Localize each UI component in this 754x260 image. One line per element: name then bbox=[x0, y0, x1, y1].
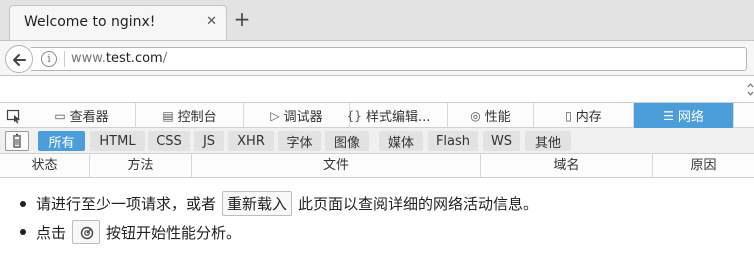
filter-ws[interactable]: WS bbox=[483, 131, 520, 151]
url-text[interactable]: www.test.com/ bbox=[71, 51, 167, 66]
filter-css[interactable]: CSS bbox=[148, 131, 190, 151]
tab-strip: Welcome to nginx! ✕ + bbox=[0, 0, 754, 41]
tab-label: 性能 bbox=[484, 110, 511, 125]
trash-icon bbox=[13, 133, 21, 148]
notice-text: 点击 bbox=[36, 223, 67, 242]
start-performance-button[interactable] bbox=[72, 220, 101, 244]
devtools-toolbar: ▭ 查看器 ▤ 控制台 ▷ 调试器{} 样式编辑... ◎ 性能 ▯ 内存 ☰ 网络 bbox=[0, 102, 754, 128]
url-bar[interactable]: i www.test.com/ bbox=[31, 47, 747, 71]
column-method[interactable]: 方法 bbox=[90, 154, 192, 177]
tab-label: 网络 bbox=[677, 110, 704, 125]
notice-text: 请进行至少一项请求，或者 bbox=[36, 195, 217, 213]
inspector-icon: ▭ bbox=[54, 108, 66, 123]
filter-all[interactable]: 所有 bbox=[38, 131, 85, 151]
filter-media[interactable]: 媒体 bbox=[379, 131, 423, 151]
filter-bar: 所有 HTML CSS JS XHR 字体 图像 媒体 Flash WS 其他 bbox=[0, 128, 754, 154]
back-arrow-icon bbox=[13, 54, 26, 66]
memory-icon: ▯ bbox=[565, 108, 572, 123]
empty-notice: 请进行至少一项请求，或者 重新载入 此页面以查阅详细的网络活动信息。 点击 按钮… bbox=[0, 178, 754, 260]
debugger-icon: ▷ bbox=[270, 108, 280, 123]
new-tab-button[interactable]: + bbox=[230, 7, 254, 31]
browser-tab[interactable]: Welcome to nginx! ✕ bbox=[9, 5, 227, 41]
notice-text: 此页面以查阅详细的网络活动信息。 bbox=[298, 195, 539, 213]
tab-inspector[interactable]: ▭ 查看器 bbox=[28, 103, 136, 128]
filter-js[interactable]: JS bbox=[194, 131, 224, 151]
clear-button[interactable] bbox=[5, 131, 29, 151]
navigation-bar: i www.test.com/ bbox=[0, 40, 754, 76]
filter-xhr[interactable]: XHR bbox=[228, 131, 274, 151]
url-suffix: / bbox=[162, 51, 168, 66]
tab-network[interactable]: ☰ 网络 bbox=[634, 103, 734, 128]
stopwatch-icon bbox=[80, 226, 94, 240]
close-tab-icon[interactable]: ✕ bbox=[206, 14, 217, 30]
tab-console[interactable]: ▤ 控制台 bbox=[136, 103, 244, 128]
browser-window: Welcome to nginx! ✕ + i www.test.com/ ▭ 查… bbox=[0, 0, 754, 260]
request-table-header: 状态 方法 文件 域名 原因 bbox=[0, 154, 754, 178]
tab-style-editor[interactable]: {} 样式编辑... bbox=[330, 103, 448, 128]
bullet bbox=[20, 229, 26, 235]
filter-images[interactable]: 图像 bbox=[325, 131, 369, 151]
tab-label: 样式编辑... bbox=[365, 110, 431, 125]
filter-html[interactable]: HTML bbox=[90, 131, 145, 151]
notice-line-reload: 请进行至少一项请求，或者 重新载入 此页面以查阅详细的网络活动信息。 bbox=[20, 191, 538, 216]
url-divider bbox=[64, 51, 65, 67]
console-icon: ▤ bbox=[162, 108, 174, 123]
notice-text: 按钮开始性能分析。 bbox=[106, 223, 242, 242]
overflow-arrows-icon[interactable] bbox=[747, 77, 754, 102]
column-domain[interactable]: 域名 bbox=[481, 154, 653, 177]
tab-memory[interactable]: ▯ 内存 bbox=[534, 103, 634, 128]
network-icon: ☰ bbox=[663, 108, 674, 123]
tab-label: 调试器 bbox=[283, 110, 323, 125]
performance-icon: ◎ bbox=[470, 108, 481, 123]
column-file[interactable]: 文件 bbox=[192, 154, 481, 177]
tab-label: 控制台 bbox=[177, 110, 217, 125]
notice-line-performance: 点击 按钮开始性能分析。 bbox=[20, 220, 241, 244]
bullet bbox=[20, 200, 26, 207]
filter-other[interactable]: 其他 bbox=[525, 131, 571, 151]
url-prefix: www. bbox=[71, 51, 106, 66]
tab-label: 内存 bbox=[575, 110, 602, 125]
site-info-icon[interactable]: i bbox=[41, 51, 57, 67]
column-cause[interactable]: 原因 bbox=[653, 154, 754, 177]
back-button[interactable] bbox=[5, 45, 33, 73]
reload-button[interactable]: 重新载入 bbox=[222, 191, 293, 216]
tab-title: Welcome to nginx! bbox=[24, 14, 156, 30]
column-status[interactable]: 状态 bbox=[0, 154, 90, 177]
filter-fonts[interactable]: 字体 bbox=[278, 131, 321, 151]
tab-label: 查看器 bbox=[69, 110, 109, 125]
url-host: test.com bbox=[105, 51, 163, 66]
style-editor-icon: {} bbox=[346, 108, 362, 123]
element-picker-icon[interactable] bbox=[6, 108, 22, 124]
filter-flash[interactable]: Flash bbox=[428, 131, 478, 151]
tab-performance[interactable]: ◎ 性能 bbox=[448, 103, 534, 128]
